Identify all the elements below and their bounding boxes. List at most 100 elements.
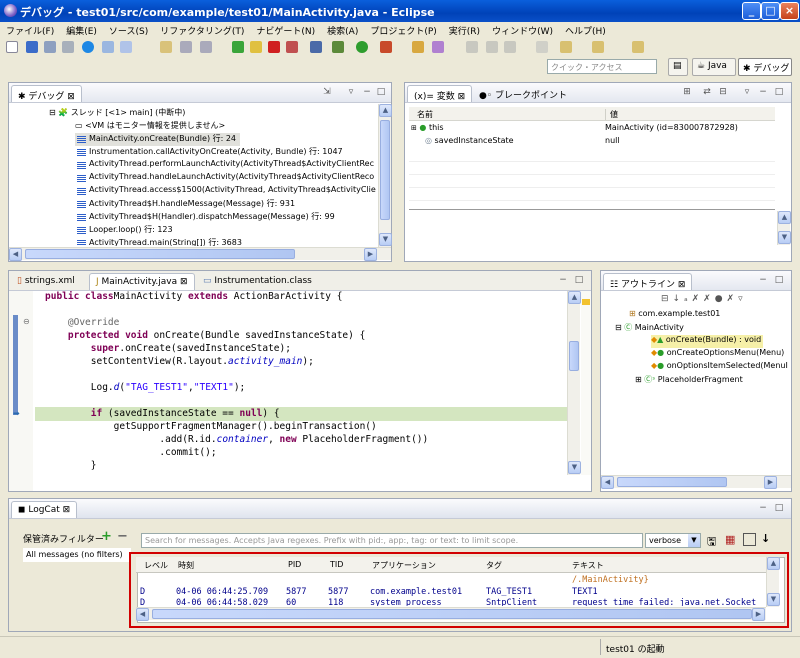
- open-perspective-button[interactable]: ▤: [668, 58, 688, 76]
- minimize-view-icon[interactable]: −: [757, 502, 769, 514]
- print-icon[interactable]: [62, 41, 74, 53]
- run-icon[interactable]: [356, 41, 368, 53]
- external-tools-icon[interactable]: [380, 41, 392, 53]
- filter-all-messages[interactable]: All messages (no filters): [23, 548, 131, 562]
- thread-node[interactable]: ⊟ 🧩 スレッド [<1> main] (中断中): [49, 107, 185, 120]
- outline-item-inner-class[interactable]: ⊞ Ⓒˢ PlaceholderFragment: [635, 374, 743, 387]
- terminate-icon[interactable]: [268, 41, 280, 53]
- menu-navigate[interactable]: ナビゲート(N): [250, 22, 321, 37]
- step-return-icon[interactable]: [310, 41, 322, 53]
- stack-frame[interactable]: ActivityThread$H(Handler).dispatchMessag…: [75, 211, 335, 224]
- java-perspective-button[interactable]: ☕ Java: [692, 58, 736, 76]
- last-edit-icon[interactable]: [536, 41, 548, 53]
- tab-strings-xml[interactable]: ▯ strings.xml: [11, 273, 81, 290]
- menu-search[interactable]: 検索(A): [321, 22, 364, 37]
- scroll-thumb[interactable]: [25, 249, 295, 259]
- toggle-columns-icon[interactable]: [743, 533, 756, 546]
- scroll-left-arrow[interactable]: ◀: [9, 248, 22, 261]
- close-button[interactable]: ×: [780, 2, 799, 20]
- stack-frame-selected[interactable]: MainActivity.onCreate(Bundle) 行: 24: [75, 133, 241, 146]
- next-annotation-icon[interactable]: [466, 41, 478, 53]
- col-name-header[interactable]: 名前: [417, 109, 433, 120]
- minimize-view-icon[interactable]: −: [757, 86, 769, 98]
- stack-frame[interactable]: Instrumentation.callActivityOnCreate(Act…: [75, 146, 343, 159]
- pin-editor-icon[interactable]: [504, 41, 516, 53]
- tab-instrumentation-class[interactable]: ▭ Instrumentation.class: [197, 273, 318, 290]
- stack-frame[interactable]: ActivityThread.performLaunchActivity(Act…: [75, 159, 374, 172]
- scroll-right-arrow[interactable]: ▶: [364, 248, 377, 261]
- debug-hscrollbar[interactable]: ◀ ▶: [9, 247, 391, 261]
- debug-vscrollbar[interactable]: ▲ ▼: [378, 104, 392, 247]
- stack-frame[interactable]: ActivityThread$H.handleMessage(Message) …: [75, 198, 295, 211]
- new-icon[interactable]: [6, 41, 18, 53]
- stack-frame[interactable]: ActivityThread.main(String[]) 行: 3683: [75, 237, 242, 246]
- outline-item-method[interactable]: ◆● onOptionsItemSelected(MenuI: [651, 361, 788, 374]
- minimize-editor-icon[interactable]: −: [557, 274, 569, 286]
- scroll-lock-icon[interactable]: ↓: [761, 532, 770, 545]
- detail-vscrollbar[interactable]: ▲ ▼: [777, 211, 791, 245]
- resume-icon[interactable]: [232, 41, 244, 53]
- stack-frame[interactable]: ActivityThread.handleLaunchActivity(Acti…: [75, 172, 374, 185]
- save-icon[interactable]: [26, 41, 38, 53]
- variable-row[interactable]: ◎ savedInstanceState: [411, 136, 514, 149]
- scroll-right-arrow[interactable]: ▶: [764, 476, 777, 489]
- scroll-down-arrow[interactable]: ▼: [568, 461, 581, 474]
- minimize-view-icon[interactable]: −: [361, 86, 373, 98]
- tab-logcat[interactable]: ◼ LogCat ⊠: [11, 501, 78, 518]
- minimize-button[interactable]: _: [742, 2, 761, 20]
- log-level-select[interactable]: verbose ▼: [645, 533, 701, 548]
- scroll-thumb[interactable]: [617, 477, 727, 487]
- remove-filter-icon[interactable]: −: [117, 529, 128, 544]
- maximize-editor-icon[interactable]: □: [573, 274, 585, 286]
- menu-project[interactable]: プロジェクト(P): [364, 22, 442, 37]
- debug-settings-icon[interactable]: [82, 41, 94, 53]
- chevron-down-icon[interactable]: ▼: [688, 534, 700, 547]
- save-all-icon[interactable]: [44, 41, 56, 53]
- forward-nav-icon[interactable]: [632, 41, 644, 53]
- tab-mainactivity-java[interactable]: J MainActivity.java ⊠: [89, 273, 195, 290]
- outline-item-method[interactable]: ◆● onCreateOptionsMenu(Menu): [651, 348, 784, 361]
- outline-toolbar[interactable]: ⊟↓ₐ✗✗●✗▿: [661, 294, 747, 304]
- save-log-icon[interactable]: 🖫: [707, 533, 716, 552]
- maximize-view-icon[interactable]: □: [773, 502, 785, 514]
- step-over-icon[interactable]: [200, 41, 212, 53]
- skip-breakpoints-icon[interactable]: [102, 41, 114, 53]
- overview-ruler[interactable]: [581, 291, 591, 475]
- maximize-button[interactable]: □: [761, 2, 780, 20]
- scroll-thumb[interactable]: [569, 341, 579, 371]
- tab-debug[interactable]: ✱ デバッグ ⊠: [11, 85, 82, 102]
- quick-access-input[interactable]: クイック・アクセス: [547, 59, 657, 74]
- tab-outline[interactable]: ☷ アウトライン ⊠: [603, 273, 693, 290]
- tab-breakpoints[interactable]: ●◦ ブレークポイント: [473, 85, 573, 102]
- scroll-up-arrow[interactable]: ▲: [379, 104, 392, 117]
- outline-hscrollbar[interactable]: ◀ ▶: [601, 475, 791, 489]
- new-class-icon[interactable]: [432, 41, 444, 53]
- back-nav-icon[interactable]: [592, 41, 604, 53]
- back-icon[interactable]: [560, 41, 572, 53]
- variable-row[interactable]: ⊞ ● this: [411, 123, 444, 136]
- add-filter-icon[interactable]: +: [101, 529, 112, 544]
- scroll-up-arrow[interactable]: ▲: [778, 211, 791, 224]
- menu-file[interactable]: ファイル(F): [0, 22, 60, 37]
- view-menu-icon[interactable]: ▿: [345, 86, 357, 98]
- menu-refactor[interactable]: リファクタリング(T): [154, 22, 250, 37]
- dropdown-icon[interactable]: ▿: [741, 86, 753, 98]
- col-value-header[interactable]: 値: [605, 109, 618, 120]
- outline-item-package[interactable]: ⊞ com.example.test01: [629, 309, 720, 322]
- show-type-icon[interactable]: ⇄: [701, 86, 713, 98]
- menu-run[interactable]: 実行(R): [443, 22, 486, 37]
- scroll-thumb[interactable]: [380, 120, 390, 220]
- outline-item-class[interactable]: ⊟ Ⓒ MainActivity: [615, 322, 684, 335]
- maximize-view-icon[interactable]: □: [773, 86, 785, 98]
- menu-help[interactable]: ヘルプ(H): [559, 22, 612, 37]
- maximize-view-icon[interactable]: □: [773, 274, 785, 286]
- menu-window[interactable]: ウィンドウ(W): [486, 22, 559, 37]
- debug-icon[interactable]: [332, 41, 344, 53]
- suspend-icon[interactable]: [250, 41, 262, 53]
- warning-marker[interactable]: [582, 299, 590, 305]
- editor-vscrollbar[interactable]: ▲ ▼: [567, 291, 581, 475]
- minimize-view-icon[interactable]: −: [757, 274, 769, 286]
- open-folder-icon[interactable]: [412, 41, 424, 53]
- scroll-left-arrow[interactable]: ◀: [601, 476, 614, 489]
- debug-perspective-button[interactable]: ✱ デバッグ: [738, 58, 792, 76]
